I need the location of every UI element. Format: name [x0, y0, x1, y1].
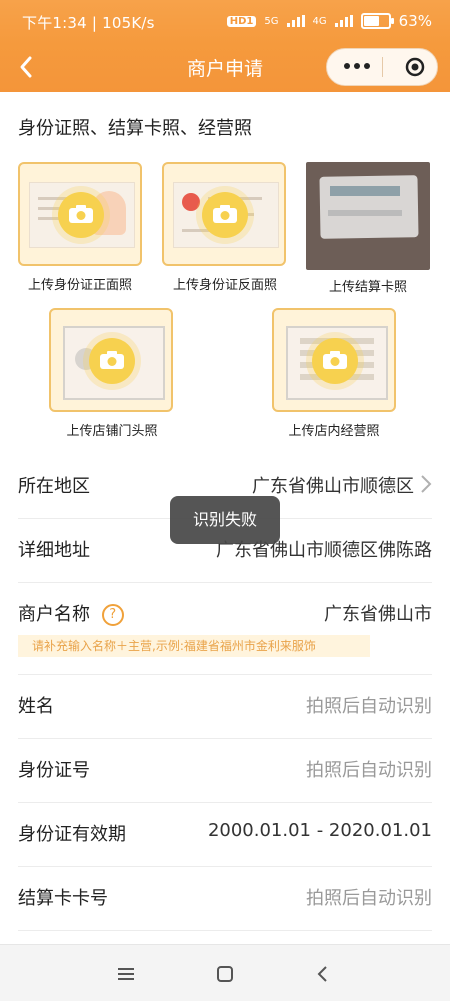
upload-bank-card-label: 上传结算卡照 [328, 280, 407, 295]
status-time: 下午1:34 [22, 14, 87, 32]
net1-label: 5G [264, 15, 279, 27]
name-label: 姓名 [18, 696, 54, 717]
merchant-name-label-wrap: 商户名称 ? [18, 600, 124, 626]
status-speed: 105K/s [102, 14, 155, 32]
home-icon[interactable] [214, 963, 236, 985]
camera-icon [202, 192, 248, 238]
card-number-row[interactable]: 结算卡卡号 拍照后自动识别 [18, 866, 432, 931]
hd-badge: HD1 [226, 15, 257, 27]
upload-id-back[interactable] [162, 162, 286, 266]
id-number-label: 身份证号 [18, 760, 90, 781]
upload-id-front-label: 上传身份证正面照 [27, 278, 132, 293]
mini-program-capsule [326, 48, 438, 86]
upload-store-front[interactable] [49, 308, 173, 412]
id-number-input[interactable]: 拍照后自动识别 [306, 756, 432, 782]
merchant-name-label: 商户名称 [18, 604, 90, 625]
upload-id-front[interactable] [18, 162, 142, 266]
id-validity-value[interactable]: 2000.01.01 - 2020.01.01 [208, 820, 432, 841]
battery-percent: 63% [398, 12, 432, 30]
id-validity-label: 身份证有效期 [18, 824, 126, 845]
status-right: HD1 5G 4G 63% [226, 12, 432, 30]
merchant-name-input[interactable]: 广东省佛山市 [324, 600, 432, 626]
upload-store-front-label: 上传店铺门头照 [66, 424, 158, 439]
upload-store-interior-label: 上传店内经营照 [288, 424, 380, 439]
back-icon[interactable] [312, 963, 334, 985]
upload-id-back-label: 上传身份证反面照 [172, 278, 277, 293]
merchant-name-row[interactable]: 商户名称 ? 广东省佛山市 [18, 582, 432, 675]
card-number-input[interactable]: 拍照后自动识别 [306, 884, 432, 910]
signal-icon [286, 15, 305, 27]
camera-icon [312, 338, 358, 384]
chevron-right-icon [421, 475, 432, 493]
region-value: 广东省佛山市顺德区 [252, 476, 414, 497]
signal-icon-2 [334, 15, 353, 27]
camera-icon [58, 192, 104, 238]
address-label: 详细地址 [18, 540, 90, 561]
toast-message: 识别失败 [170, 496, 280, 544]
id-validity-row[interactable]: 身份证有效期 2000.01.01 - 2020.01.01 [18, 802, 432, 867]
upload-store-interior[interactable] [272, 308, 396, 412]
upload-section-title: 身份证照、结算卡照、经营照 [18, 118, 252, 139]
more-options-icon[interactable] [342, 61, 372, 71]
merchant-name-tip: 请补充输入名称＋主营,示例:福建省福州市金利来服饰 [18, 635, 370, 657]
status-bar: 下午1:34 | 105K/s HD1 5G 4G 63% [0, 0, 450, 44]
nav-bar: 商户申请 [0, 44, 450, 92]
battery-icon [360, 13, 394, 29]
capsule-divider [382, 57, 383, 77]
help-icon[interactable]: ? [101, 604, 124, 626]
upload-bank-card-photo[interactable] [306, 162, 430, 270]
camera-icon [89, 338, 135, 384]
status-left: 下午1:34 | 105K/s [22, 14, 155, 32]
id-number-row[interactable]: 身份证号 拍照后自动识别 [18, 738, 432, 803]
close-miniprogram-icon[interactable] [405, 57, 425, 77]
menu-icon[interactable] [115, 963, 137, 985]
bank-card-image [319, 175, 419, 239]
region-label: 所在地区 [18, 476, 90, 497]
name-row[interactable]: 姓名 拍照后自动识别 [18, 674, 432, 739]
card-number-label: 结算卡卡号 [18, 888, 108, 909]
name-input[interactable]: 拍照后自动识别 [306, 692, 432, 718]
net2-label: 4G [312, 15, 327, 27]
system-navigation-bar [0, 944, 450, 1001]
